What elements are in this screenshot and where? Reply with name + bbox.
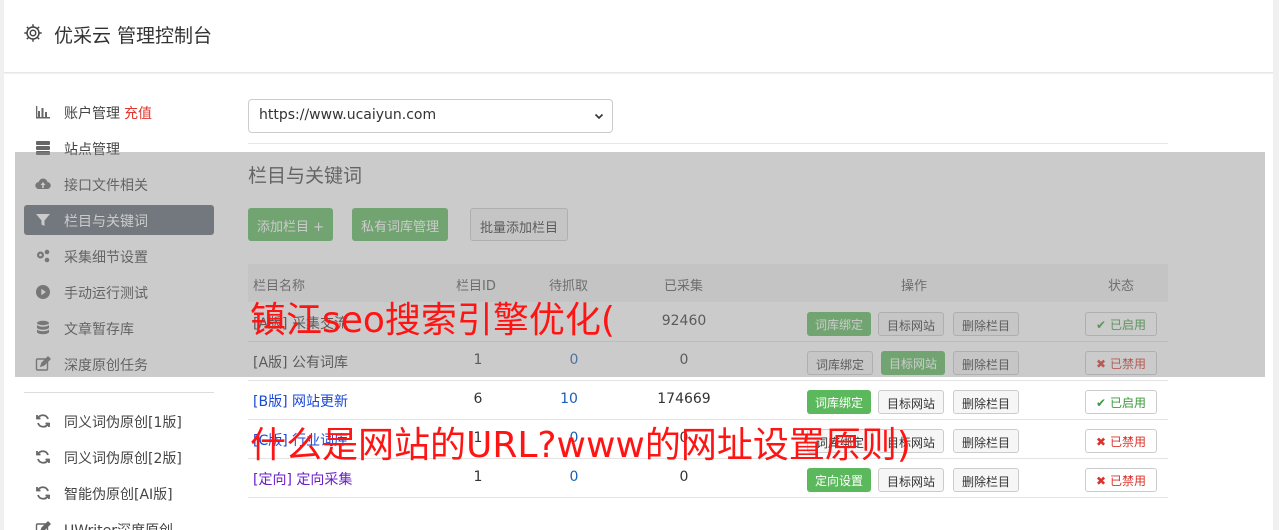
pending-count: 0: [569, 469, 579, 485]
close-icon: ✖: [1096, 474, 1107, 488]
sidebar-item-uwriter[interactable]: UWriter深度原创: [24, 514, 214, 530]
sidebar-item-label: 账户管理: [64, 106, 120, 122]
column-id: 6: [473, 391, 483, 407]
sidebar-item-account[interactable]: 账户管理 充值: [24, 97, 214, 127]
refresh-icon: [36, 450, 50, 464]
target-site-button[interactable]: 目标网站: [878, 390, 945, 414]
delete-column-button[interactable]: 删除栏目: [953, 429, 1020, 453]
sidebar-item-label: UWriter深度原创: [64, 520, 173, 530]
target-site-button[interactable]: 目标网站: [878, 468, 945, 492]
delete-column-button[interactable]: 删除栏目: [953, 468, 1020, 492]
status-toggle[interactable]: ✖ 已禁用: [1085, 429, 1157, 453]
pending-count: 10: [560, 391, 578, 407]
check-icon: ✔: [1096, 396, 1107, 410]
sidebar-item-smart-ai[interactable]: 智能伪原创[AI版]: [24, 478, 214, 508]
edit-icon: [35, 521, 51, 530]
bind-lexicon-button[interactable]: 词库绑定: [807, 390, 872, 414]
table-row: [B版] 网站更新 6 10 174669 词库绑定 目标网站 删除栏目 ✔ 已…: [248, 381, 1168, 420]
overlay-band: [15, 152, 1265, 377]
column-id: 1: [473, 469, 483, 485]
sidebar-item-synonym-v1[interactable]: 同义词伪原创[1版]: [24, 406, 214, 436]
collected-count: 174669: [657, 391, 711, 407]
watermark-line-1: 镇江seo搜索引擎优化(: [250, 300, 615, 341]
app-header: 优采云 管理控制台: [4, 0, 1273, 73]
refresh-icon: [36, 486, 50, 500]
sidebar-item-label: 同义词伪原创[1版]: [64, 415, 182, 431]
watermark-line-2: 什么是网站的URL?www的网址设置原则): [250, 425, 911, 466]
status-toggle[interactable]: ✔ 已启用: [1085, 390, 1157, 414]
gear-icon: [24, 24, 42, 42]
status-toggle[interactable]: ✖ 已禁用: [1085, 468, 1157, 492]
sidebar-item-label: 智能伪原创[AI版]: [64, 487, 173, 503]
recharge-link[interactable]: 充值: [124, 106, 152, 122]
bar-chart-icon: [36, 106, 50, 119]
refresh-icon: [36, 414, 50, 428]
page-title: 优采云 管理控制台: [54, 25, 213, 47]
sidebar-item-synonym-v2[interactable]: 同义词伪原创[2版]: [24, 442, 214, 472]
site-select-value: https://www.ucaiyun.com: [259, 107, 437, 123]
divider: [248, 143, 1168, 144]
site-select[interactable]: https://www.ucaiyun.com: [248, 99, 613, 133]
column-name[interactable]: [定向] 定向采集: [253, 469, 352, 489]
close-icon: ✖: [1096, 435, 1107, 449]
targeted-settings-button[interactable]: 定向设置: [807, 468, 872, 492]
collected-count: 0: [679, 469, 689, 485]
sidebar-divider: [24, 392, 214, 393]
chevron-down-icon: [594, 113, 604, 120]
delete-column-button[interactable]: 删除栏目: [953, 390, 1020, 414]
sidebar-item-label: 同义词伪原创[2版]: [64, 451, 182, 467]
column-name[interactable]: [B版] 网站更新: [253, 391, 348, 411]
